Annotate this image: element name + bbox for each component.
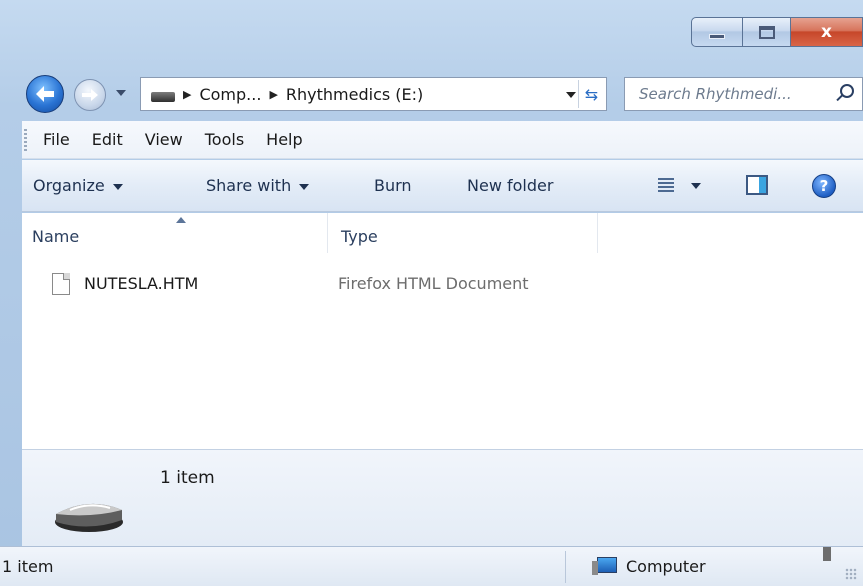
forward-button[interactable] — [74, 79, 106, 111]
recent-pages-dropdown[interactable] — [116, 90, 126, 96]
status-separator — [565, 551, 566, 583]
close-icon: x — [821, 22, 832, 42]
status-location: Computer — [626, 557, 706, 576]
maximize-button[interactable] — [743, 17, 791, 47]
resize-grip[interactable] — [845, 568, 857, 580]
share-with-button[interactable]: Share with — [206, 176, 310, 195]
organize-label: Organize — [33, 176, 105, 195]
menu-edit[interactable]: Edit — [81, 130, 134, 149]
item-count: 1 item — [160, 468, 215, 488]
chevron-down-icon — [112, 183, 123, 190]
preview-pane-icon[interactable] — [746, 175, 768, 195]
breadcrumb-arrow-icon[interactable]: ▶ — [269, 88, 277, 101]
organize-button[interactable]: Organize — [33, 176, 123, 195]
column-divider[interactable] — [597, 213, 598, 253]
burn-button[interactable]: Burn — [374, 176, 412, 195]
document-icon — [52, 273, 70, 295]
close-button[interactable]: x — [791, 17, 863, 47]
removable-drive-icon — [55, 503, 123, 532]
burn-label: Burn — [374, 176, 412, 195]
refresh-button[interactable]: ⇆ — [578, 80, 604, 108]
details-pane: 1 item — [22, 449, 863, 546]
status-marker — [823, 547, 831, 561]
address-bar[interactable]: ▶ Comp... ▶ Rhythmedics (E:) ⇆ — [140, 77, 607, 111]
caption-buttons: x — [691, 17, 863, 47]
help-icon[interactable]: ? — [812, 174, 836, 198]
file-name: NUTESLA.HTM — [84, 274, 199, 293]
file-list: Name Type NUTESLA.HTM Firefox HTML Docum… — [22, 213, 863, 449]
minimize-button[interactable] — [691, 17, 743, 47]
menu-bar: File Edit View Tools Help — [22, 121, 863, 159]
status-bar: 1 item Computer — [0, 546, 863, 586]
column-header-type-label: Type — [341, 227, 378, 246]
file-type: Firefox HTML Document — [338, 274, 529, 293]
breadcrumb-arrow-icon[interactable]: ▶ — [183, 88, 191, 101]
menu-view[interactable]: View — [134, 130, 194, 149]
command-bar: Organize Share with Burn New folder ? — [22, 160, 863, 212]
sort-ascending-icon — [176, 217, 186, 223]
menu-file[interactable]: File — [32, 130, 81, 149]
share-with-label: Share with — [206, 176, 292, 195]
menu-tools[interactable]: Tools — [194, 130, 255, 149]
address-dropdown[interactable] — [566, 92, 576, 98]
back-button[interactable] — [26, 75, 64, 113]
navigation-bar: ▶ Comp... ▶ Rhythmedics (E:) ⇆ Search Rh… — [0, 64, 863, 120]
column-header-name-label: Name — [32, 227, 80, 246]
breadcrumb-computer[interactable]: Comp... — [199, 85, 261, 104]
status-item-count: 1 item — [2, 557, 54, 576]
column-header-type[interactable]: Type — [327, 213, 597, 253]
computer-icon — [592, 557, 617, 575]
chevron-down-icon — [299, 183, 310, 190]
search-input[interactable]: Search Rhythmedi... — [639, 85, 819, 103]
new-folder-button[interactable]: New folder — [467, 176, 553, 195]
forward-arrow-icon — [82, 89, 98, 101]
search-icon[interactable] — [840, 84, 854, 98]
breadcrumb-drive[interactable]: Rhythmedics (E:) — [286, 85, 423, 104]
drive-icon — [151, 92, 175, 102]
maximize-icon — [758, 25, 775, 39]
explorer-window: x ▶ Comp... ▶ Rhythmedics (E:) ⇆ Search … — [0, 0, 863, 586]
menu-grip[interactable] — [24, 129, 27, 151]
minimize-icon — [709, 33, 725, 39]
new-folder-label: New folder — [467, 176, 554, 195]
change-view-icon[interactable] — [658, 178, 674, 192]
refresh-icon: ⇆ — [584, 84, 599, 104]
menu-help[interactable]: Help — [255, 130, 313, 149]
back-arrow-icon — [36, 86, 54, 102]
search-box[interactable]: Search Rhythmedi... — [624, 77, 863, 111]
view-options-dropdown[interactable] — [691, 183, 701, 189]
file-row[interactable]: NUTESLA.HTM Firefox HTML Document — [52, 273, 612, 299]
